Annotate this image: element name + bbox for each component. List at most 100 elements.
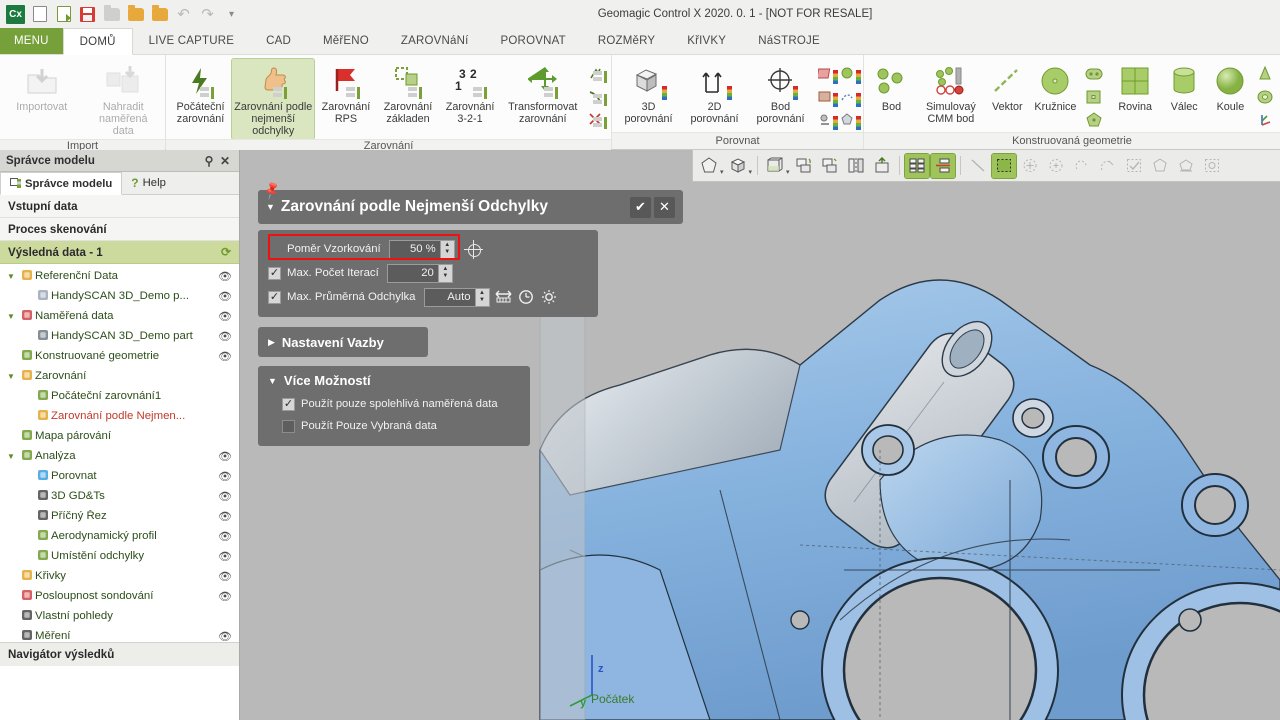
- more-options-header[interactable]: ▼ Více Možností: [268, 373, 520, 388]
- constraint-settings-section[interactable]: ▶ Nastavení Vazby: [258, 327, 428, 357]
- tree-item[interactable]: Aerodynamický profil👁: [0, 526, 239, 546]
- compare-virtual-gage-icon[interactable]: [814, 109, 836, 130]
- max-iterations-value[interactable]: 20: [387, 264, 439, 283]
- visible-only-select-icon[interactable]: [1174, 154, 1198, 178]
- deselect-icon[interactable]: [1200, 154, 1224, 178]
- ribbon-button-nahradit-namerena-data[interactable]: Nahradit naměřená data: [86, 59, 162, 139]
- construct-rectangle-icon[interactable]: [1083, 86, 1105, 107]
- tree-item[interactable]: Vlastní pohledy: [0, 606, 239, 626]
- checkbox-max-iterations[interactable]: ✓: [268, 267, 281, 280]
- chevron-down-icon[interactable]: ▾: [749, 168, 753, 176]
- clip-plane-icon[interactable]: [870, 154, 894, 178]
- ribbon-button-bod-porovnani[interactable]: Bod porovnání: [748, 59, 813, 127]
- pin-icon[interactable]: ⚲: [201, 154, 217, 168]
- tab-porovnat[interactable]: POROVNAT: [485, 28, 582, 54]
- section-view-right-icon[interactable]: [818, 154, 842, 178]
- align-scan-to-scan-icon[interactable]: [585, 63, 607, 84]
- tab-domu[interactable]: DOMŮ: [63, 28, 133, 55]
- stepper-arrows[interactable]: ▲▼: [441, 240, 455, 259]
- close-icon[interactable]: ✕: [217, 154, 233, 168]
- checkbox-use-selected-data[interactable]: [282, 420, 295, 433]
- ribbon-button-zarovnani-podle-nejmensi-odchylky[interactable]: Zarovnání podle nejmenší odchylky: [232, 59, 314, 139]
- sampling-ratio-value[interactable]: 50 %: [389, 240, 441, 259]
- tree-item[interactable]: Měření👁: [0, 626, 239, 642]
- visibility-eye-icon[interactable]: 👁: [217, 590, 233, 603]
- tree-item[interactable]: ▼Analýza👁: [0, 446, 239, 466]
- construct-torus-icon[interactable]: [1254, 86, 1276, 107]
- ribbon-button-valec[interactable]: Válec: [1162, 59, 1207, 115]
- tab-zarovnani[interactable]: ZAROVNáNí: [385, 28, 485, 54]
- max-avg-deviation-value[interactable]: Auto: [424, 288, 476, 307]
- open-icon[interactable]: [126, 5, 145, 24]
- checkbox-select-icon[interactable]: [1122, 154, 1146, 178]
- compare-section-icon[interactable]: [837, 109, 859, 130]
- visibility-eye-icon[interactable]: 👁: [217, 630, 233, 643]
- max-iterations-stepper[interactable]: 20 ▲▼: [387, 264, 453, 283]
- section-vstupni-data[interactable]: Vstupní data: [0, 195, 239, 218]
- chevron-down-icon[interactable]: ▼: [4, 312, 18, 321]
- stepper-arrows[interactable]: ▲▼: [439, 264, 453, 283]
- tree-item[interactable]: Křivky👁: [0, 566, 239, 586]
- tree-item[interactable]: Příčný Řez👁: [0, 506, 239, 526]
- open-recent-icon[interactable]: [150, 5, 169, 24]
- new-from-scan-icon[interactable]: [54, 5, 73, 24]
- sampling-ratio-stepper[interactable]: 50 % ▲▼: [389, 240, 455, 259]
- compare-boundary-icon[interactable]: [814, 86, 836, 107]
- timer-icon[interactable]: [517, 288, 536, 306]
- tree-item[interactable]: Umístění odchylky👁: [0, 546, 239, 566]
- tab-mereno[interactable]: MěřENO: [307, 28, 385, 54]
- chevron-down-icon[interactable]: ▼: [4, 272, 18, 281]
- tab-rozmery[interactable]: ROZMěRY: [582, 28, 671, 54]
- section-proces-skenovani[interactable]: Proces skenování: [0, 218, 239, 241]
- ribbon-button-simulovany-cmm-bod[interactable]: Simulovaý CMM bod: [916, 59, 986, 127]
- compare-mesh-deviation-icon[interactable]: [814, 63, 836, 84]
- ribbon-button-rovina[interactable]: Rovina: [1110, 59, 1161, 115]
- section-vysledna-data[interactable]: Výsledná data - 1 ⟳: [0, 241, 239, 264]
- chevron-down-icon[interactable]: ▾: [720, 168, 724, 176]
- cancel-button[interactable]: ✕: [654, 197, 675, 218]
- tab-help[interactable]: ? Help: [122, 172, 175, 194]
- refresh-icon[interactable]: ⟳: [221, 245, 231, 259]
- section-view-left-icon[interactable]: [792, 154, 816, 178]
- tree-item[interactable]: Konstruované geometrie👁: [0, 346, 239, 366]
- checkbox-use-reliable-data[interactable]: ✓: [282, 398, 295, 411]
- tab-cad[interactable]: CAD: [250, 28, 307, 54]
- tree-item[interactable]: Porovnat👁: [0, 466, 239, 486]
- target-icon[interactable]: [465, 241, 482, 258]
- visibility-eye-icon[interactable]: 👁: [217, 530, 233, 543]
- results-navigator-header[interactable]: Navigátor výsledků: [0, 642, 239, 666]
- multi-view-grid-icon[interactable]: [905, 154, 929, 178]
- save-icon[interactable]: [78, 5, 97, 24]
- mirror-view-icon[interactable]: [844, 154, 868, 178]
- circle-select-icon[interactable]: [1018, 154, 1042, 178]
- tree-item[interactable]: Zarovnání podle Nejmen...: [0, 406, 239, 426]
- measure-icon[interactable]: [494, 288, 513, 306]
- compare-sphere-icon[interactable]: [837, 63, 859, 84]
- visibility-eye-icon[interactable]: 👁: [217, 290, 233, 303]
- customize-quick-access-icon[interactable]: ▾: [222, 5, 241, 24]
- visibility-eye-icon[interactable]: 👁: [217, 450, 233, 463]
- shaded-view-icon[interactable]: [697, 154, 721, 178]
- stepper-arrows[interactable]: ▲▼: [476, 288, 490, 307]
- visibility-eye-icon[interactable]: 👁: [217, 350, 233, 363]
- rectangle-select-icon[interactable]: [992, 154, 1016, 178]
- max-avg-deviation-stepper[interactable]: Auto ▲▼: [424, 288, 490, 307]
- construct-cone-icon[interactable]: [1254, 63, 1276, 84]
- ribbon-button-koule[interactable]: Koule: [1208, 59, 1253, 115]
- tab-live-capture[interactable]: LIVE CAPTURE: [133, 28, 250, 54]
- tree-item[interactable]: 3D GD&Ts👁: [0, 486, 239, 506]
- ok-button[interactable]: ✔: [630, 197, 651, 218]
- ribbon-button-2d-porovnani[interactable]: 2D porovnání: [682, 59, 747, 127]
- visibility-eye-icon[interactable]: 👁: [217, 570, 233, 583]
- ribbon-button-transformovat-zarovnani[interactable]: Transformovat zarovnání: [502, 59, 584, 127]
- visibility-eye-icon[interactable]: 👁: [217, 510, 233, 523]
- ribbon-button-bod[interactable]: Bod: [868, 59, 915, 115]
- tree-item[interactable]: ▼Naměřená data👁: [0, 306, 239, 326]
- align-quick-fit-icon[interactable]: [585, 86, 607, 107]
- circle-plus-select-icon[interactable]: [1044, 154, 1068, 178]
- checkbox-max-avg-deviation[interactable]: ✓: [268, 291, 281, 304]
- construct-coordinate-system-icon[interactable]: [1254, 109, 1276, 130]
- tree-item[interactable]: Posloupnost sondování👁: [0, 586, 239, 606]
- ribbon-button-importovat[interactable]: Importovat: [4, 59, 80, 115]
- visibility-eye-icon[interactable]: 👁: [217, 330, 233, 343]
